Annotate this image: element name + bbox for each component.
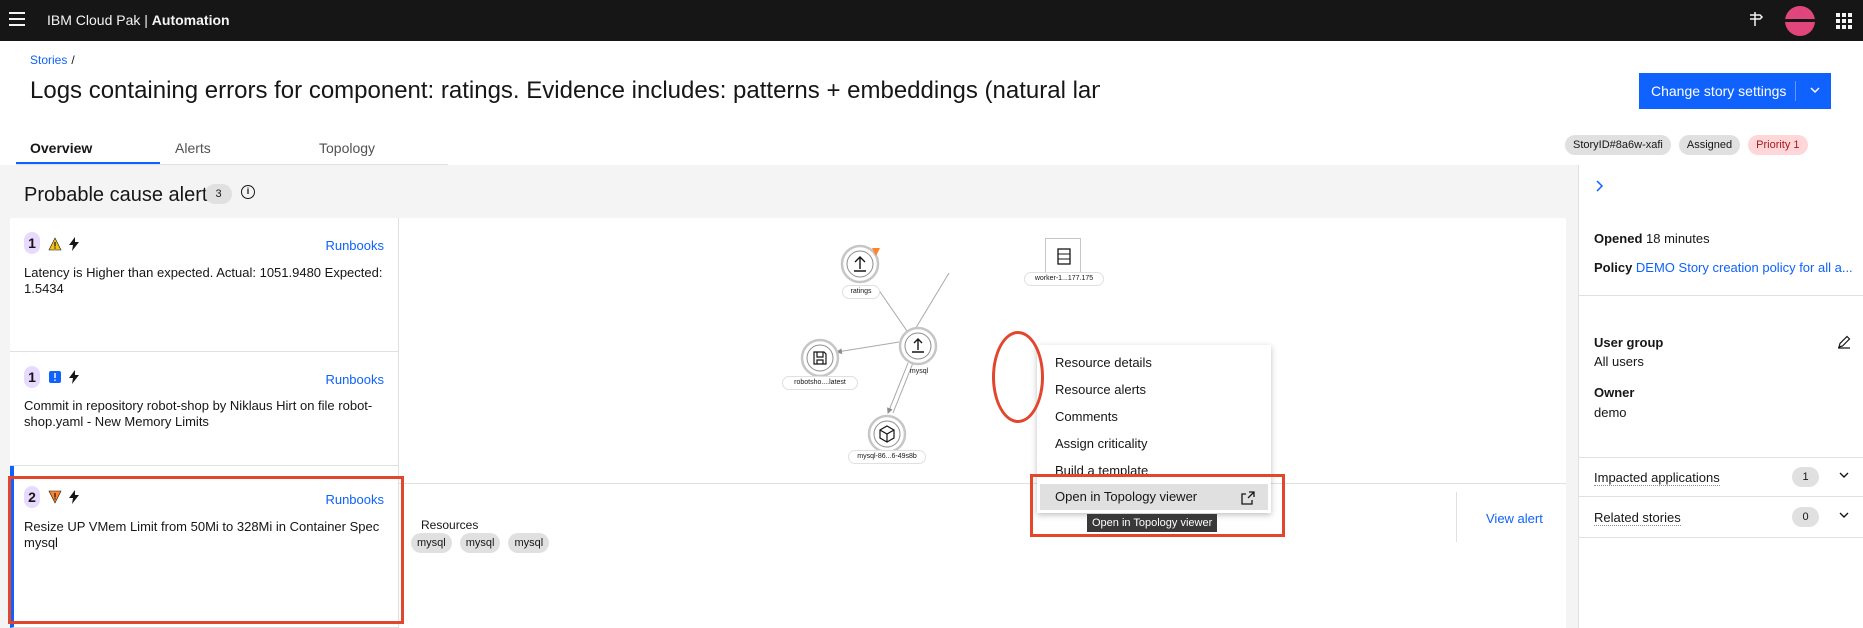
change-story-settings-button[interactable]: Change story settings	[1639, 73, 1831, 109]
node-ratings[interactable]	[840, 244, 881, 284]
probable-cause-title: Probable cause alerts	[24, 184, 218, 206]
alert-card[interactable]: 1 Runbooks Latency is Higher than expect…	[10, 218, 398, 352]
resources-section: Resources mysql mysql mysql View alert	[398, 483, 1566, 628]
node-mysql[interactable]	[897, 325, 939, 367]
chevron-down-icon[interactable]	[1807, 73, 1823, 109]
node-context-menu: Resource details Resource alerts Comment…	[1037, 345, 1271, 513]
node-robotshop[interactable]	[799, 337, 841, 379]
alert-description: Commit in repository robot-shop by Nikla…	[24, 398, 373, 429]
chevron-right-icon[interactable]	[1593, 179, 1605, 198]
divider	[1579, 537, 1863, 538]
node-label: mysql	[909, 368, 929, 375]
divider	[1579, 457, 1863, 458]
node-worker[interactable]	[1045, 238, 1081, 274]
rank-badge: 1	[24, 366, 40, 388]
status-badge: Assigned	[1678, 135, 1741, 155]
product-name[interactable]: IBM Cloud Pak | Automation	[47, 12, 230, 28]
user-group-label: User group	[1594, 335, 1664, 350]
story-id-tag: StoryID#8a6w-xafi	[1565, 135, 1671, 155]
breadcrumb-stories-link[interactable]: Stories	[30, 53, 67, 67]
rank-badge: 1	[24, 232, 40, 254]
tab-topology[interactable]: Topology	[319, 140, 375, 156]
owner-label: Owner	[1594, 385, 1635, 400]
launch-icon	[1240, 489, 1256, 515]
menu-item-resource-details[interactable]: Resource details	[1055, 355, 1152, 370]
main-content: Probable cause alerts 3 i 1 Runbooks Lat…	[0, 165, 1578, 628]
breadcrumb: Stories /	[30, 53, 75, 67]
alert-card[interactable]: 1 Runbooks Commit in repository robot-sh…	[10, 352, 398, 466]
tab-alerts[interactable]: Alerts	[175, 140, 211, 156]
policy-row: Policy DEMO Story creation policy for al…	[1594, 260, 1853, 275]
runbooks-link[interactable]: Runbooks	[325, 492, 384, 507]
tab-overview[interactable]: Overview	[30, 140, 92, 156]
tab-bar: Overview Alerts Topology	[16, 136, 448, 165]
edge-mysql-pod	[887, 362, 909, 414]
alert-count-badge: 3	[205, 184, 232, 204]
page-title: Logs containing errors for component: ra…	[30, 77, 1100, 104]
tooltip: Open in Topology viewer	[1087, 514, 1218, 532]
resource-tags: mysql mysql mysql	[411, 533, 550, 553]
divider	[1579, 295, 1863, 296]
impacted-applications-toggle[interactable]: Impacted applications	[1594, 470, 1720, 486]
active-tab-indicator	[16, 162, 160, 164]
alert-description: Resize UP VMem Limit from 50Mi to 328Mi …	[24, 519, 380, 550]
alert-description: Latency is Higher than expected. Actual:…	[24, 265, 383, 296]
user-group-value: All users	[1594, 354, 1644, 369]
impacted-count-badge: 1	[1792, 467, 1819, 487]
warning-badge-icon	[871, 244, 881, 262]
menu-item-comments[interactable]: Comments	[1055, 409, 1118, 424]
related-count-badge: 0	[1792, 507, 1819, 527]
node-label: worker-1...177.175	[1024, 272, 1104, 286]
rank-badge: 2	[24, 486, 40, 508]
node-mysql-pod[interactable]	[866, 413, 908, 455]
resources-label: Resources	[421, 518, 479, 532]
info-severity-icon	[48, 370, 62, 384]
menu-item-assign-criticality[interactable]: Assign criticality	[1055, 436, 1147, 451]
node-label: mysql-86...6-49s8b	[848, 450, 926, 464]
divider	[1579, 496, 1863, 497]
policy-link[interactable]: DEMO Story creation policy for all a...	[1636, 260, 1853, 275]
details-panel: Opened 18 minutes Policy DEMO Story crea…	[1578, 165, 1863, 628]
edge-worker-mysql	[913, 272, 950, 332]
divider	[1456, 492, 1457, 542]
edit-icon[interactable]	[1837, 335, 1851, 349]
menu-item-resource-alerts[interactable]: Resource alerts	[1055, 382, 1146, 397]
priority-badge: Priority 1	[1748, 135, 1808, 155]
menu-item-open-topology-viewer[interactable]: Open in Topology viewer	[1040, 484, 1268, 510]
story-tags: StoryID#8a6w-xafi Assigned Priority 1	[1565, 135, 1808, 155]
avatar[interactable]	[1785, 6, 1815, 36]
launch-icon[interactable]	[1746, 10, 1764, 33]
info-icon[interactable]: i	[241, 185, 255, 199]
lightning-icon	[69, 490, 79, 504]
chevron-down-icon[interactable]	[1838, 468, 1850, 486]
owner-value: demo	[1594, 405, 1627, 420]
node-label: ratings	[842, 285, 880, 299]
resource-tag[interactable]: mysql	[459, 533, 501, 553]
menu-icon[interactable]	[9, 12, 25, 28]
menu-item-build-template[interactable]: Build a template	[1055, 463, 1148, 475]
lightning-icon	[69, 237, 79, 251]
alert-list: 1 Runbooks Latency is Higher than expect…	[10, 218, 398, 628]
resource-tag[interactable]: mysql	[508, 533, 550, 553]
minor-severity-icon	[48, 490, 62, 504]
node-label: robotsho....latest	[782, 376, 858, 390]
top-bar: IBM Cloud Pak | Automation	[0, 0, 1863, 41]
opened-row: Opened 18 minutes	[1594, 231, 1710, 246]
chevron-down-icon[interactable]	[1838, 508, 1850, 526]
topology-view[interactable]: ratings worker-1...177.175 robotsho....l…	[398, 218, 1566, 483]
alert-card-selected[interactable]: 2 Runbooks Resize UP VMem Limit from 50M…	[10, 466, 398, 628]
edge-mysql-robotshop	[836, 341, 900, 355]
lightning-icon	[69, 370, 79, 384]
app-switcher-icon[interactable]	[1836, 13, 1852, 29]
related-stories-toggle[interactable]: Related stories	[1594, 510, 1681, 526]
warning-icon	[48, 237, 62, 251]
runbooks-link[interactable]: Runbooks	[325, 372, 384, 387]
runbooks-link[interactable]: Runbooks	[325, 238, 384, 253]
resource-tag[interactable]: mysql	[411, 533, 452, 553]
view-alert-link[interactable]: View alert	[1486, 511, 1543, 526]
